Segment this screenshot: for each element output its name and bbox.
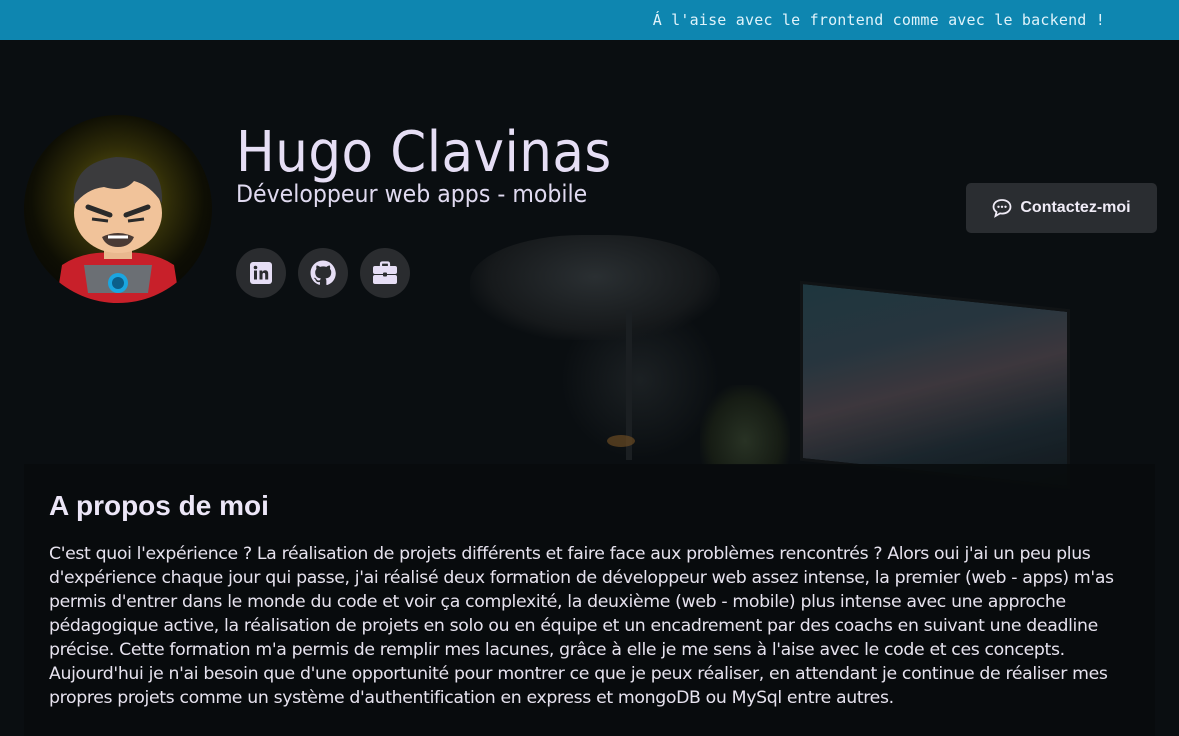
profile-title: Développeur web apps - mobile — [236, 180, 588, 208]
github-icon — [310, 260, 336, 286]
portfolio-button[interactable] — [360, 248, 410, 298]
lamp-base — [607, 435, 635, 447]
contact-button-label: Contactez-moi — [1020, 199, 1131, 216]
hero-section: Hugo Clavinas Développeur web apps - mob… — [0, 40, 1179, 736]
linkedin-icon — [250, 262, 272, 284]
lamp-shade — [470, 235, 720, 340]
about-text: C'est quoi l'expérience ? La réalisation… — [49, 544, 1114, 708]
profile-name: Hugo Clavinas — [236, 120, 612, 185]
plant — [700, 385, 790, 465]
briefcase-icon — [373, 261, 397, 284]
banner-text: Á l'aise avec le frontend comme avec le … — [652, 11, 1105, 29]
chat-icon — [992, 199, 1012, 218]
github-button[interactable] — [298, 248, 348, 298]
social-links — [236, 248, 410, 298]
monitor — [800, 280, 1070, 490]
avatar — [24, 115, 212, 303]
about-section: A propos de moi C'est quoi l'expérience … — [24, 464, 1155, 736]
top-banner: Á l'aise avec le frontend comme avec le … — [0, 0, 1179, 40]
avatar-illustration — [56, 157, 180, 303]
linkedin-button[interactable] — [236, 248, 286, 298]
about-heading: A propos de moi — [49, 490, 269, 521]
contact-button[interactable]: Contactez-moi — [966, 183, 1157, 233]
